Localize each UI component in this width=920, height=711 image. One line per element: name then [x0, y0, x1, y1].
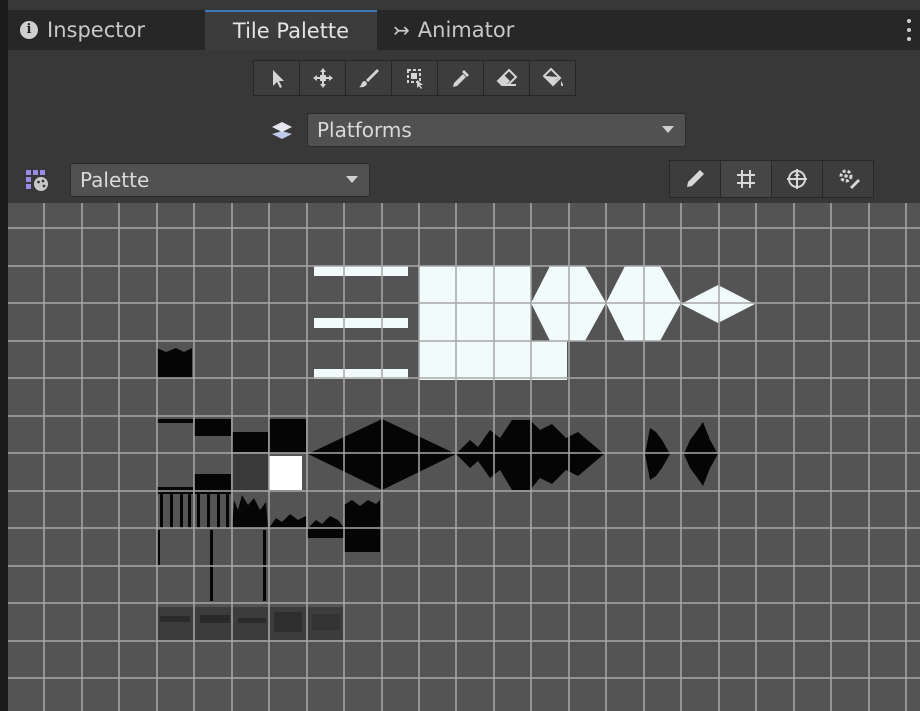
select-tool-button[interactable]	[253, 60, 300, 96]
layers-icon	[272, 122, 292, 139]
info-icon: i	[20, 21, 38, 39]
chevron-down-icon	[346, 176, 358, 183]
edit-pencil-icon	[687, 170, 704, 187]
flood-fill-tool-button[interactable]	[529, 60, 576, 96]
palette-tiles	[8, 203, 920, 711]
gizmos-icon	[787, 169, 807, 189]
tab-inspector[interactable]: i Inspector	[20, 10, 145, 50]
gizmos-toggle-button[interactable]	[771, 160, 823, 198]
grid-icon	[737, 170, 755, 188]
paint-tool-button[interactable]	[345, 60, 392, 96]
tab-bar: i Inspector Tile Palette ↣ Animator	[8, 10, 920, 50]
select-arrow-icon	[272, 70, 284, 88]
palette-value: Palette	[80, 168, 150, 192]
palette-icon	[26, 170, 48, 191]
move-icon	[312, 68, 333, 88]
more-options-icon[interactable]	[904, 16, 914, 44]
active-tilemap-value: Platforms	[317, 118, 412, 142]
eraser-tool-button[interactable]	[483, 60, 530, 96]
chevron-down-icon	[662, 126, 674, 133]
picker-tool-button[interactable]	[437, 60, 484, 96]
tab-inspector-label: Inspector	[47, 18, 145, 42]
box-fill-icon	[406, 69, 423, 89]
tile-tools-toolbar	[253, 60, 576, 96]
paint-brush-icon	[358, 69, 379, 88]
eraser-icon	[496, 68, 517, 86]
box-fill-tool-button[interactable]	[391, 60, 438, 96]
palette-dropdown[interactable]: Palette	[70, 163, 370, 197]
grid-toggle-button[interactable]	[720, 160, 772, 198]
active-tilemap-dropdown[interactable]: Platforms	[307, 113, 686, 147]
flood-fill-bucket-icon	[542, 67, 563, 87]
light-tiles	[314, 266, 755, 380]
tab-tile-palette-label: Tile Palette	[232, 19, 350, 43]
window-left-edge	[0, 0, 8, 711]
move-tool-button[interactable]	[299, 60, 346, 96]
dim-tiles	[157, 607, 343, 640]
tab-tile-palette[interactable]: Tile Palette	[205, 10, 377, 50]
palette-canvas[interactable]	[8, 203, 920, 711]
dark-tiles	[157, 348, 718, 601]
tab-animator[interactable]: ↣ Animator	[393, 10, 514, 50]
tab-animator-label: Animator	[417, 18, 515, 42]
palette-toolbar	[669, 160, 874, 198]
picker-eyedropper-icon	[452, 70, 469, 87]
settings-gear-icon	[839, 169, 860, 189]
edit-palette-button[interactable]	[669, 160, 721, 198]
animator-icon: ↣	[393, 18, 410, 42]
palette-settings-button[interactable]	[822, 160, 874, 198]
